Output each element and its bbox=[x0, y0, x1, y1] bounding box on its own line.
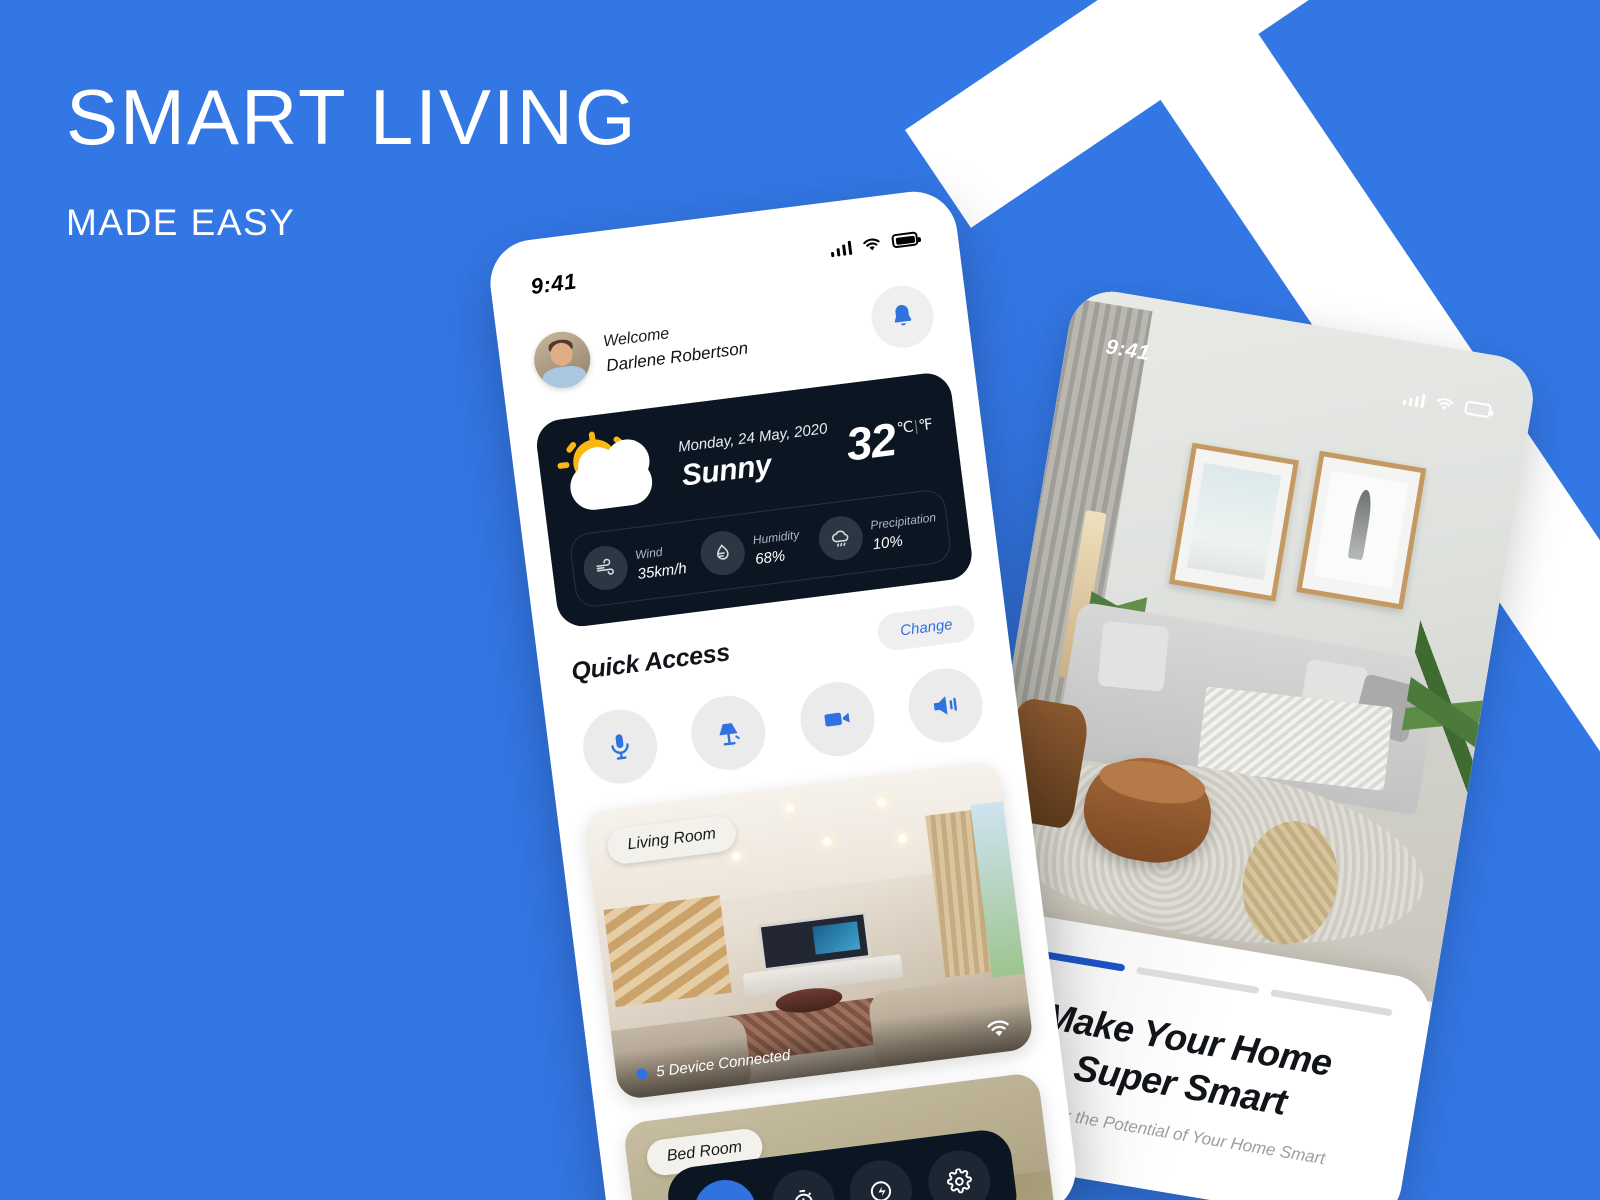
timer-icon bbox=[794, 1189, 813, 1200]
wifi-icon bbox=[1437, 397, 1454, 410]
room-card-living-room[interactable]: Living Room 5 Device Connected bbox=[583, 760, 1035, 1101]
notification-button[interactable] bbox=[867, 282, 938, 352]
speaker-icon bbox=[933, 696, 957, 715]
bell-icon bbox=[894, 305, 912, 326]
quick-access-speaker-button[interactable] bbox=[904, 664, 987, 747]
status-time: 9:41 bbox=[1104, 335, 1152, 366]
weather-stat-wind: Wind 35km/h bbox=[581, 535, 700, 593]
weather-stat-precipitation: Precipitation 10% bbox=[816, 504, 940, 563]
temperature-value: 32 bbox=[843, 412, 899, 471]
hero-title: SMART LIVING bbox=[66, 73, 638, 161]
status-time: 9:41 bbox=[529, 268, 579, 300]
stat-label: Humidity bbox=[751, 527, 800, 547]
hero-headline: SMART LIVING MADE EASY bbox=[66, 78, 638, 244]
nav-settings-button[interactable] bbox=[924, 1146, 994, 1200]
lamp-icon bbox=[719, 723, 741, 746]
unit-celsius[interactable]: ℃ bbox=[896, 418, 915, 437]
room-stairs bbox=[603, 894, 733, 1008]
room-device-count: 5 Device Connected bbox=[655, 1046, 792, 1081]
stat-value: 35km/h bbox=[636, 559, 688, 583]
nav-home-button[interactable] bbox=[690, 1176, 761, 1200]
phone-home-mockup: 9:41 Welcome Darlene Robertson Monday, 2… bbox=[485, 186, 1081, 1200]
weather-temperature: 32 ℃|℉ bbox=[843, 411, 940, 471]
quick-access-camera-button[interactable] bbox=[795, 677, 879, 761]
humidity-icon bbox=[698, 528, 748, 578]
status-dot-icon bbox=[635, 1067, 648, 1080]
signal-icon bbox=[1402, 389, 1426, 408]
stat-label: Wind bbox=[634, 544, 664, 562]
pager-dot[interactable] bbox=[1136, 966, 1260, 995]
stat-value: 10% bbox=[871, 532, 904, 553]
photo-cushion bbox=[1097, 620, 1169, 692]
wind-icon bbox=[581, 543, 631, 593]
quick-access-title: Quick Access bbox=[569, 638, 732, 686]
signal-icon bbox=[829, 239, 853, 257]
stat-value: 68% bbox=[754, 546, 787, 568]
wifi-icon[interactable] bbox=[984, 1017, 1012, 1040]
wifi-icon bbox=[863, 238, 880, 250]
home-icon bbox=[710, 1195, 741, 1200]
avatar[interactable] bbox=[530, 328, 594, 392]
video-camera-icon bbox=[824, 712, 850, 727]
battery-icon bbox=[891, 231, 919, 249]
status-icons bbox=[829, 231, 919, 257]
quick-access-voice-button[interactable] bbox=[578, 705, 662, 788]
temperature-unit[interactable]: ℃|℉ bbox=[896, 415, 935, 437]
weather-card[interactable]: Monday, 24 May, 2020 Sunny 32 ℃|℉ Wind 3… bbox=[533, 370, 975, 630]
nav-energy-button[interactable] bbox=[846, 1156, 916, 1200]
weather-stat-humidity: Humidity 68% bbox=[698, 520, 818, 578]
quick-access-light-button[interactable] bbox=[687, 691, 770, 775]
change-button[interactable]: Change bbox=[876, 603, 977, 653]
unit-fahrenheit[interactable]: ℉ bbox=[918, 416, 935, 435]
battery-icon bbox=[1463, 400, 1492, 419]
sun-behind-cloud-icon bbox=[557, 428, 676, 519]
pager-dot[interactable] bbox=[1269, 989, 1393, 1017]
microphone-icon bbox=[611, 734, 629, 760]
room-device-status: 5 Device Connected bbox=[635, 1046, 791, 1082]
nav-timer-button[interactable] bbox=[768, 1166, 838, 1200]
user-info[interactable]: Welcome Darlene Robertson bbox=[530, 309, 750, 392]
energy-icon bbox=[871, 1181, 892, 1200]
settings-gear-icon bbox=[946, 1168, 972, 1194]
precipitation-icon bbox=[816, 513, 866, 563]
